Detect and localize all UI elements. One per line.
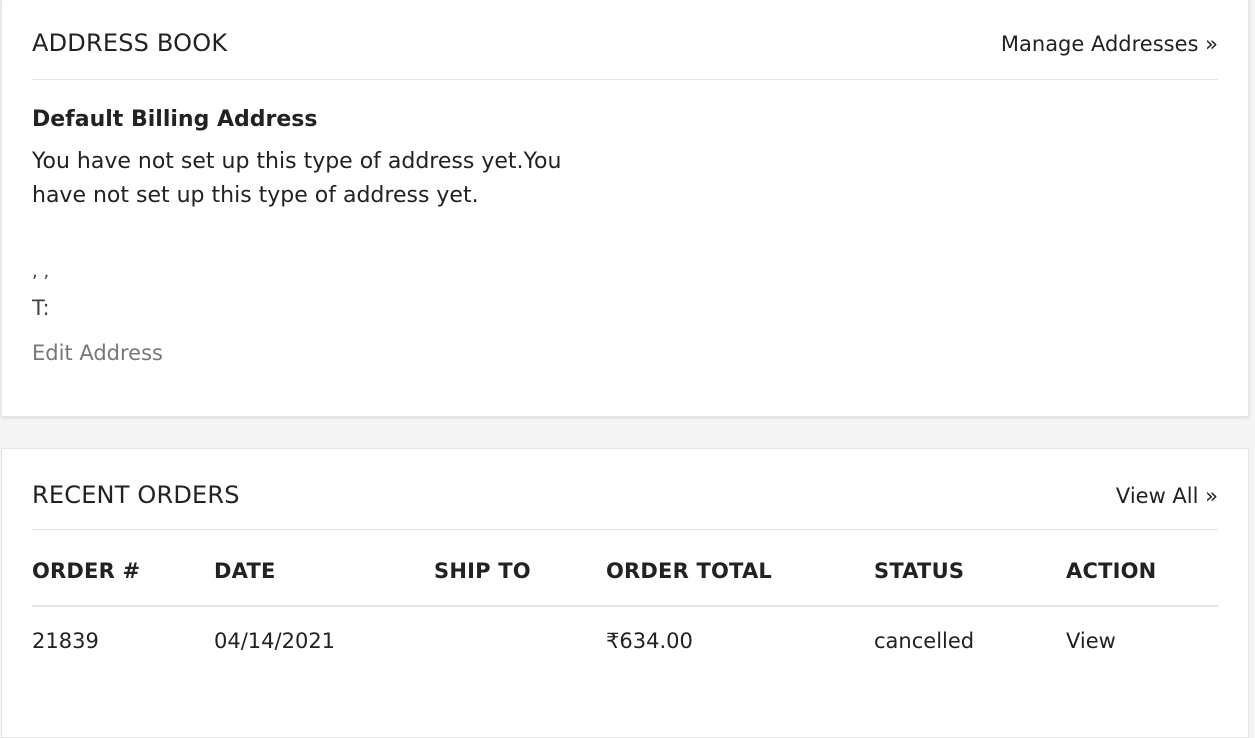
column-header-order-total: ORDER TOTAL [606,559,772,583]
recent-orders-title: RECENT ORDERS [32,481,240,509]
manage-addresses-link[interactable]: Manage Addresses » [1001,32,1218,56]
column-header-date: DATE [214,559,276,583]
order-status-cell: cancelled [874,629,975,653]
default-billing-address-message: You have not set up this type of address… [32,149,562,208]
address-book-card: ADDRESS BOOK Manage Addresses » Default … [1,0,1249,417]
column-header-action: ACTION [1066,559,1157,583]
column-header-order-number: ORDER # [32,559,141,583]
order-date-cell: 04/14/2021 [214,629,336,653]
address-phone-label: T: [32,296,50,320]
address-placeholder-commas: , , [32,261,50,282]
address-book-title: ADDRESS BOOK [32,29,228,57]
recent-orders-card: RECENT ORDERS View All » ORDER # DATE SH… [1,448,1249,738]
view-all-orders-link[interactable]: View All » [1116,484,1218,508]
column-header-status: STATUS [874,559,965,583]
default-billing-address-heading: Default Billing Address [32,107,318,132]
view-order-link[interactable]: View [1066,629,1116,653]
edit-address-link[interactable]: Edit Address [32,341,163,365]
address-book-divider [32,78,1218,80]
table-header-divider [32,605,1218,607]
recent-orders-divider [32,528,1218,530]
column-header-ship-to: SHIP TO [434,559,531,583]
order-number-cell: 21839 [32,629,99,653]
order-total-cell: ₹634.00 [606,629,693,653]
